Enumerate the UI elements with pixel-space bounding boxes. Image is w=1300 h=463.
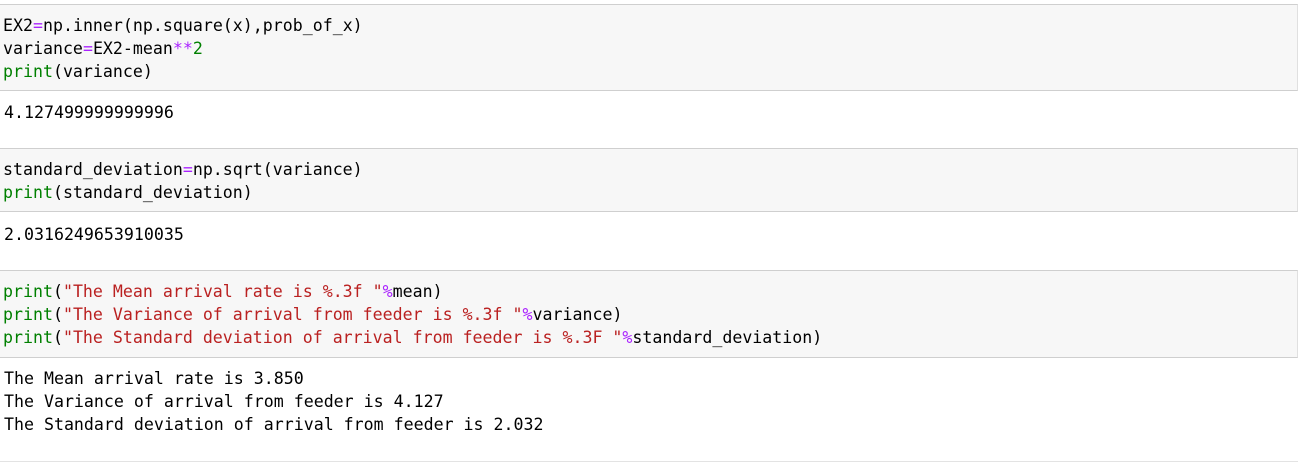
output-cell-2: 2.0316249653910035 — [0, 212, 1298, 270]
code-line: standard_deviation=np.sqrt(variance) — [3, 160, 363, 179]
output-line: 4.127499999999996 — [4, 103, 174, 122]
output-line: The Mean arrival rate is 3.850 — [4, 369, 304, 388]
code-cell-1-input[interactable]: EX2=np.inner(np.square(x),prob_of_x) var… — [0, 4, 1298, 91]
notebook: EX2=np.inner(np.square(x),prob_of_x) var… — [0, 0, 1300, 463]
output-line: The Standard deviation of arrival from f… — [4, 415, 544, 434]
code-line: print("The Mean arrival rate is %.3f "%m… — [3, 282, 443, 301]
code-cell-2-input[interactable]: standard_deviation=np.sqrt(variance) pri… — [0, 148, 1298, 212]
code-line: print("The Standard deviation of arrival… — [3, 328, 823, 347]
output-line: 2.0316249653910035 — [4, 225, 184, 244]
code-line: EX2=np.inner(np.square(x),prob_of_x) — [3, 16, 363, 35]
code-line: variance=EX2-mean**2 — [3, 39, 203, 58]
code-line: print(standard_deviation) — [3, 183, 253, 202]
code-line: print("The Variance of arrival from feed… — [3, 305, 623, 324]
code-cell-3-input[interactable]: print("The Mean arrival rate is %.3f "%m… — [0, 270, 1298, 358]
output-cell-3: The Mean arrival rate is 3.850 The Varia… — [0, 358, 1298, 462]
cell-divider — [0, 461, 1298, 462]
output-line: The Variance of arrival from feeder is 4… — [4, 392, 444, 411]
code-line: print(variance) — [3, 62, 153, 81]
output-cell-1: 4.127499999999996 — [0, 91, 1298, 148]
